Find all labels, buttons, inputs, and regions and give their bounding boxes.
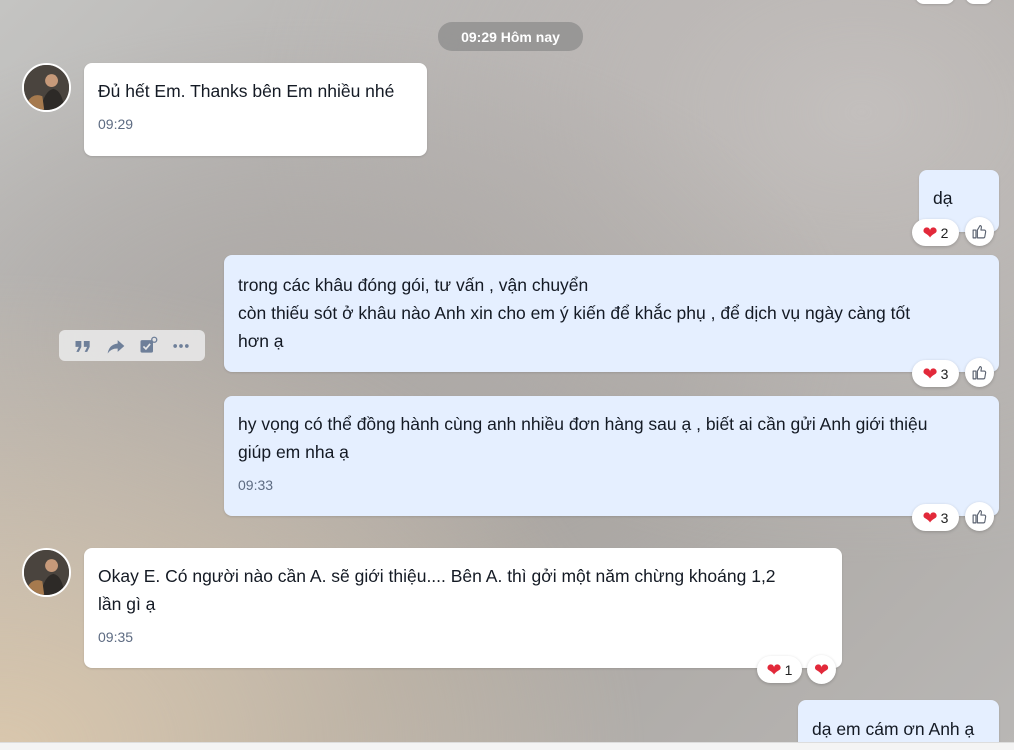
- partial-like-button[interactable]: [965, 0, 993, 4]
- forward-icon[interactable]: [105, 335, 127, 357]
- select-icon[interactable]: [137, 335, 159, 357]
- message-time: 09:29: [98, 116, 134, 132]
- message-bubble[interactable]: hy vọng có thể đồng hành cùng anh nhiều …: [224, 396, 999, 516]
- quote-icon[interactable]: [72, 335, 94, 357]
- message-bubble[interactable]: trong các khâu đóng gói, tư vấn , vận ch…: [224, 255, 999, 372]
- message-bubble[interactable]: Đủ hết Em. Thanks bên Em nhiều nhé 09:29: [84, 63, 427, 156]
- reaction-count: 3: [940, 509, 949, 526]
- reaction-summary[interactable]: ❤ 3: [912, 504, 959, 531]
- message-bubble[interactable]: Okay E. Có người nào cần A. sẽ giới thiệ…: [84, 548, 842, 668]
- message-text-line: hơn ạ: [238, 331, 284, 351]
- heart-icon: ❤: [813, 659, 830, 680]
- partial-reaction-chip[interactable]: [915, 0, 955, 4]
- avatar-photo: [24, 65, 69, 110]
- heart-icon: ❤: [922, 222, 938, 243]
- reaction-count: 2: [940, 224, 949, 241]
- message-text-line: trong các khâu đóng gói, tư vấn , vận ch…: [238, 275, 589, 295]
- heart-icon: ❤: [922, 363, 938, 384]
- reaction-count: 3: [940, 365, 949, 382]
- message-action-toolbar: [59, 330, 205, 361]
- date-separator: 09:29 Hôm nay: [438, 22, 583, 51]
- thumbs-up-icon: [972, 366, 987, 380]
- message-time: 09:33: [238, 477, 274, 493]
- avatar[interactable]: [22, 63, 71, 112]
- message-text-line: Okay E. Có người nào cần A. sẽ giới thiệ…: [98, 566, 776, 586]
- heart-icon: ❤: [922, 507, 938, 528]
- reaction-summary[interactable]: ❤ 3: [912, 360, 959, 387]
- message-text: dạ em cám ơn Anh ạ: [812, 719, 975, 739]
- message-text-line: hy vọng có thể đồng hành cùng anh nhiều …: [238, 414, 928, 434]
- thumbs-up-icon: [972, 225, 987, 239]
- more-icon[interactable]: [170, 335, 192, 357]
- reaction-count: 1: [784, 661, 793, 678]
- message-text: Đủ hết Em. Thanks bên Em nhiều nhé: [98, 81, 395, 101]
- reacted-heart-button[interactable]: ❤: [807, 655, 836, 684]
- message-text-line: giúp em nha ạ: [238, 442, 349, 462]
- avatar-photo: [24, 550, 69, 595]
- message-text: dạ: [933, 188, 953, 208]
- composer-edge: [0, 742, 1014, 750]
- heart-icon: ❤: [766, 659, 782, 680]
- thumbs-up-icon: [972, 510, 987, 524]
- reaction-summary[interactable]: ❤ 1: [757, 656, 802, 683]
- reaction-summary[interactable]: ❤ 2: [912, 219, 959, 246]
- message-text-line: lần gì ạ: [98, 594, 156, 614]
- like-button[interactable]: [965, 217, 994, 246]
- message-time: 09:35: [98, 629, 134, 645]
- like-button[interactable]: [965, 502, 994, 531]
- avatar[interactable]: [22, 548, 71, 597]
- like-button[interactable]: [965, 358, 994, 387]
- message-text-line: còn thiếu sót ở khâu nào Anh xin cho em …: [238, 303, 911, 323]
